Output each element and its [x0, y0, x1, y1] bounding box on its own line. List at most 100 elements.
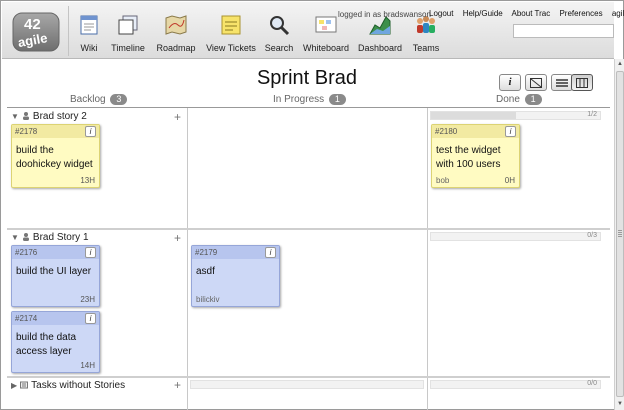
story-row-title[interactable]: ▼ Brad Story 1 — [11, 232, 89, 243]
agile42-logo[interactable]: 42 agile — [12, 11, 60, 53]
nav-label: Timeline — [111, 43, 145, 53]
story-name: Tasks without Stories — [31, 380, 126, 391]
info-view-button[interactable]: i — [499, 74, 521, 91]
count-badge: 1 — [328, 94, 346, 105]
card-owner: bob — [436, 176, 450, 185]
ticket-id[interactable]: #2178 — [15, 127, 37, 136]
column-label: Done — [496, 94, 520, 105]
add-task-button[interactable]: + — [174, 379, 181, 391]
help-guide-link[interactable]: Help/Guide — [463, 9, 503, 18]
columns-icon — [576, 78, 588, 88]
window-frame: 42 agile Wiki Timeline Roadmap View Tick… — [0, 0, 624, 410]
ticket-id[interactable]: #2176 — [15, 248, 37, 257]
in-progress-drop-area — [190, 380, 424, 389]
search-input[interactable] — [513, 24, 614, 38]
top-links: Logout Help/Guide About Trac Preferences… — [429, 9, 624, 18]
card-info-icon[interactable]: i — [505, 126, 516, 137]
card-owner: bilickiv — [196, 295, 220, 304]
board-view-button[interactable] — [571, 74, 593, 91]
card-title: test the widget with 100 users — [436, 145, 501, 170]
list-view-button[interactable] — [551, 74, 573, 91]
info-icon: i — [508, 76, 512, 88]
card-title: asdf — [196, 266, 215, 277]
expand-triangle-icon[interactable]: ▶ — [11, 381, 17, 390]
grip-icon — [618, 230, 622, 238]
card-info-icon[interactable]: i — [85, 126, 96, 137]
collapse-view-button[interactable] — [525, 74, 547, 91]
story-row-title[interactable]: ▶ Tasks without Stories — [11, 380, 125, 391]
card-title: build the UI layer — [16, 266, 92, 277]
ticket-id[interactable]: #2180 — [435, 127, 457, 136]
about-trac-link[interactable]: About Trac — [512, 9, 551, 18]
task-card[interactable]: #2180 i test the widget with 100 users b… — [431, 124, 520, 188]
progress-text: 0/0 — [587, 380, 597, 387]
logo-separator — [68, 6, 69, 56]
collapse-icon — [530, 78, 542, 88]
sprint-board: ▼ Brad story 2 + 1/2 #2178 i build the do… — [7, 107, 610, 410]
sprint-title: Sprint Brad — [256, 67, 358, 89]
top-navigation-bar: 42 agile Wiki Timeline Roadmap View Tick… — [2, 2, 624, 59]
nav-wiki[interactable]: Wiki — [74, 2, 104, 59]
task-card[interactable]: #2174 i build the data access layer 14H — [11, 311, 100, 373]
timeline-icon — [118, 15, 138, 35]
wiki-icon — [80, 15, 98, 35]
search-icon — [270, 16, 290, 36]
card-title: build the doohickey widget — [16, 145, 93, 170]
story-divider — [7, 376, 610, 378]
nav-label: Whiteboard — [303, 43, 350, 53]
card-hours: 13H — [80, 176, 95, 185]
nav-label: Dashboard — [357, 43, 403, 53]
column-label: Backlog — [70, 94, 106, 105]
story-progress-bar: 0/3 — [430, 232, 601, 241]
tickets-icon — [221, 15, 241, 35]
whiteboard-icon — [315, 16, 337, 33]
svg-text:42: 42 — [24, 16, 41, 33]
collapse-triangle-icon[interactable]: ▼ — [11, 233, 19, 242]
card-info-icon[interactable]: i — [85, 313, 96, 324]
task-card[interactable]: #2179 i asdf bilickiv — [191, 245, 280, 307]
ticket-id[interactable]: #2174 — [15, 314, 37, 323]
card-title: build the data access layer — [16, 332, 77, 357]
ticket-id[interactable]: #2179 — [195, 248, 217, 257]
count-badge: 3 — [110, 94, 128, 105]
column-divider — [427, 108, 428, 410]
scroll-down-icon[interactable]: ▼ — [616, 400, 624, 409]
task-card[interactable]: #2178 i build the doohickey widget 13H — [11, 124, 100, 188]
vertical-scrollbar[interactable]: ▲ ▼ — [614, 59, 624, 410]
progress-text: 0/3 — [587, 232, 597, 239]
nav-label: Teams — [412, 43, 440, 53]
column-header-done: Done 1 — [496, 94, 542, 105]
person-icon — [22, 112, 29, 120]
add-task-button[interactable]: + — [174, 111, 181, 123]
column-header-in-progress: In Progress 1 — [273, 94, 346, 105]
agile42-link[interactable]: agile42 — [612, 9, 624, 18]
card-hours: 23H — [80, 295, 95, 304]
story-row-title[interactable]: ▼ Brad story 2 — [11, 111, 87, 122]
card-info-icon[interactable]: i — [85, 247, 96, 258]
nav-label: View Tickets — [206, 43, 256, 53]
card-hours: 0H — [504, 176, 515, 185]
scrollbar-thumb[interactable] — [616, 71, 624, 397]
story-name: Brad story 2 — [32, 111, 87, 122]
logout-link[interactable]: Logout — [429, 9, 453, 18]
progress-fill — [431, 112, 516, 119]
task-group-icon — [20, 381, 29, 389]
nav-timeline[interactable]: Timeline — [108, 2, 148, 59]
story-name: Brad Story 1 — [32, 232, 89, 243]
logged-in-text: logged in as bradswanson — [338, 10, 431, 19]
roadmap-icon — [165, 15, 187, 35]
card-hours: 14H — [80, 361, 95, 370]
count-badge: 1 — [524, 94, 542, 105]
task-card[interactable]: #2176 i build the UI layer 23H — [11, 245, 100, 307]
card-info-icon[interactable]: i — [265, 247, 276, 258]
collapse-triangle-icon[interactable]: ▼ — [11, 112, 19, 121]
scroll-up-icon[interactable]: ▲ — [616, 60, 624, 69]
story-divider — [7, 228, 610, 230]
nav-view-tickets[interactable]: View Tickets — [205, 2, 257, 59]
nav-label: Search — [264, 43, 294, 53]
nav-search[interactable]: Search — [263, 2, 295, 59]
preferences-link[interactable]: Preferences — [559, 9, 602, 18]
add-task-button[interactable]: + — [174, 232, 181, 244]
nav-roadmap[interactable]: Roadmap — [154, 2, 198, 59]
story-progress-bar: 0/0 — [430, 380, 601, 389]
